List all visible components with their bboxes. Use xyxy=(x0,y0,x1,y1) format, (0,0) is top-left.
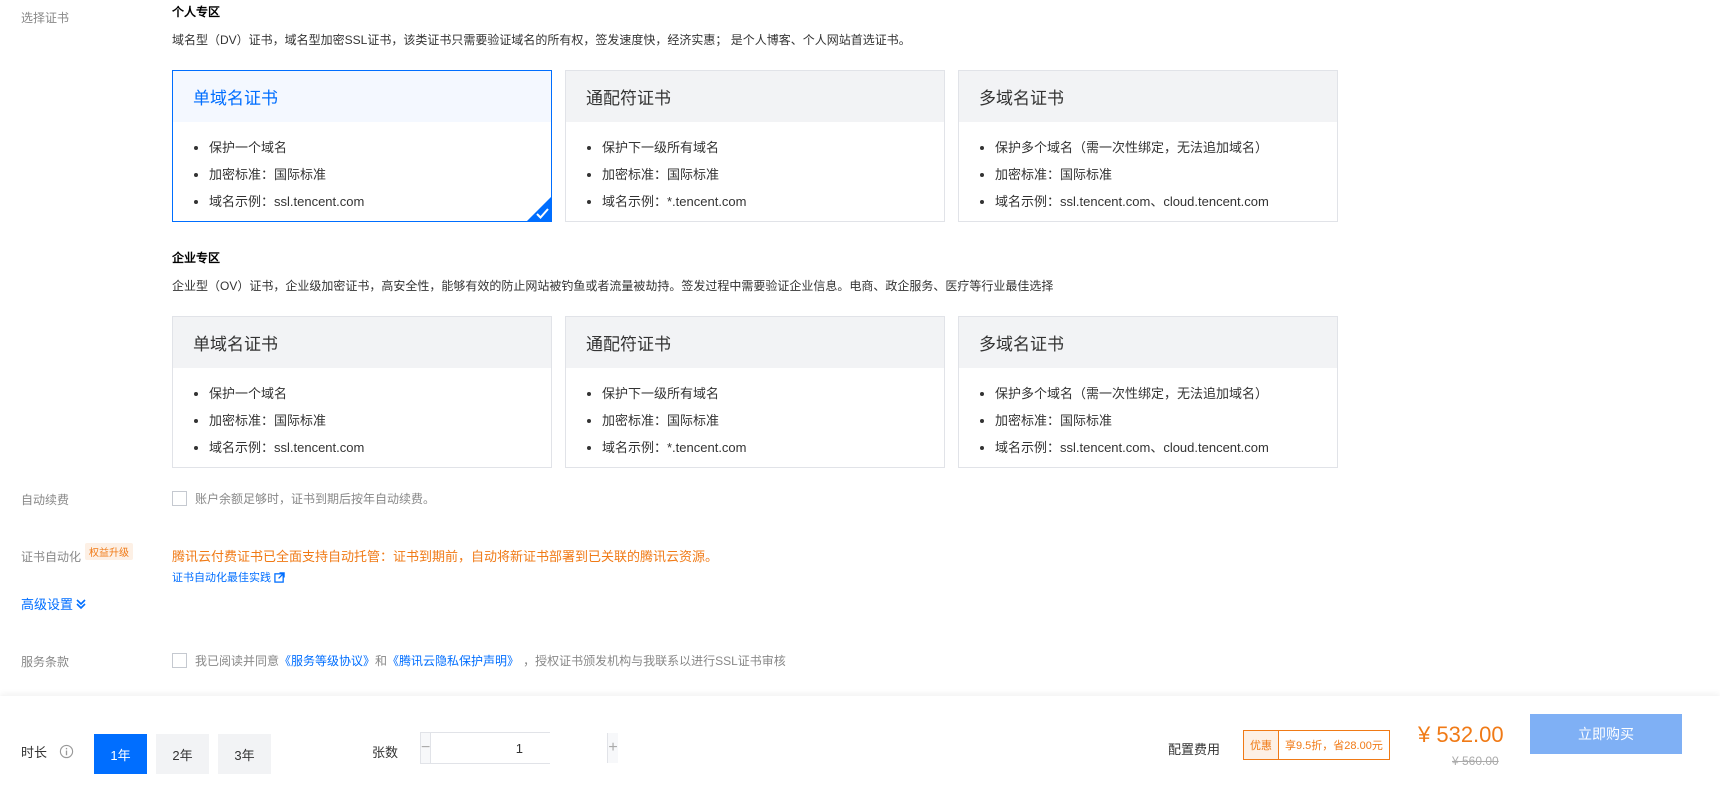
old-price-value: ¥ 560.00 xyxy=(1452,754,1499,768)
promo-text: 享9.5折，省28.00元 xyxy=(1285,740,1383,752)
card-feature-item: 域名示例：*.tencent.com xyxy=(602,188,944,215)
automation-link[interactable]: 证书自动化最佳实践 xyxy=(172,569,285,585)
personal-section-desc: 域名型（DV）证书，域名型加密SSL证书，该类证书只需要验证域名的所有权，签发速… xyxy=(172,33,911,47)
card-title: 通配符证书 xyxy=(566,71,944,122)
duration-2y-button[interactable]: 2年 xyxy=(156,734,209,774)
auto-renew-row: 账户余额足够时，证书到期后按年自动续费。 xyxy=(172,490,435,507)
card-feature-item: 保护下一级所有域名 xyxy=(602,380,944,407)
card-feature-item: 域名示例：ssl.tencent.com xyxy=(209,188,551,215)
automation-label-row: 证书自动化 权益升级 xyxy=(21,543,134,565)
automation-badge: 权益升级 xyxy=(85,543,134,560)
card-feature-item: 加密标准：国际标准 xyxy=(602,407,944,434)
auto-renew-text: 账户余额足够时，证书到期后按年自动续费。 xyxy=(195,492,436,506)
card-feature-list: 保护下一级所有域名加密标准：国际标准域名示例：*.tencent.com xyxy=(566,380,944,461)
promo-tag: 优惠 xyxy=(1244,731,1279,759)
sla-link[interactable]: 《服务等级协议》 xyxy=(279,652,375,669)
quantity-plus-button[interactable]: + xyxy=(608,733,618,763)
card-feature-list: 保护一个域名加密标准：国际标准域名示例：ssl.tencent.com xyxy=(173,380,551,461)
card-feature-item: 保护多个域名（需一次性绑定，无法追加域名） xyxy=(995,134,1337,161)
automation-link-text[interactable]: 证书自动化最佳实践 xyxy=(172,569,271,585)
personal-cert-card[interactable]: 多域名证书保护多个域名（需一次性绑定，无法追加域名）加密标准：国际标准域名示例：… xyxy=(958,70,1338,222)
terms-and: 和 xyxy=(375,654,388,668)
card-feature-item: 保护多个域名（需一次性绑定，无法追加域名） xyxy=(995,380,1337,407)
duration-label-row: 时长 xyxy=(21,742,74,761)
fee-label: 配置费用 xyxy=(1168,742,1221,757)
buy-now-button[interactable]: 立即购买 xyxy=(1530,714,1682,754)
enterprise-section-title: 企业专区 xyxy=(172,251,221,265)
card-feature-item: 加密标准：国际标准 xyxy=(602,161,944,188)
advanced-settings-label[interactable]: 高级设置 xyxy=(21,594,73,613)
duration-label: 时长 xyxy=(21,745,48,760)
duration-3y-button[interactable]: 3年 xyxy=(218,734,271,774)
auto-renew-label: 自动续费 xyxy=(21,493,70,507)
card-title: 通配符证书 xyxy=(566,317,944,368)
card-feature-item: 加密标准：国际标准 xyxy=(995,161,1337,188)
personal-card-grid: 单域名证书保护一个域名加密标准：国际标准域名示例：ssl.tencent.com… xyxy=(172,70,1338,222)
automation-text: 腾讯云付费证书已全面支持自动托管：证书到期前，自动将新证书部署到已关联的腾讯云资… xyxy=(172,549,719,564)
card-feature-item: 加密标准：国际标准 xyxy=(995,407,1337,434)
quantity-minus-button[interactable]: − xyxy=(421,733,431,763)
card-title: 单域名证书 xyxy=(173,317,551,368)
enterprise-card-grid: 单域名证书保护一个域名加密标准：国际标准域名示例：ssl.tencent.com… xyxy=(172,316,1338,468)
quantity-input[interactable] xyxy=(430,733,609,763)
card-feature-item: 保护一个域名 xyxy=(209,134,551,161)
card-feature-item: 域名示例：ssl.tencent.com、cloud.tencent.com xyxy=(995,188,1337,215)
selected-check-icon xyxy=(527,197,551,221)
card-feature-list: 保护多个域名（需一次性绑定，无法追加域名）加密标准：国际标准域名示例：ssl.t… xyxy=(959,380,1337,461)
duration-1y-button[interactable]: 1年 xyxy=(94,734,147,774)
terms-suffix: ，授权证书颁发机构与我联系以进行SSL证书审核 xyxy=(523,654,786,668)
quantity-stepper: − + xyxy=(420,732,618,764)
card-feature-item: 域名示例：ssl.tencent.com xyxy=(209,434,551,461)
card-feature-item: 加密标准：国际标准 xyxy=(209,161,551,188)
quantity-label: 张数 xyxy=(372,745,399,760)
card-feature-item: 保护一个域名 xyxy=(209,380,551,407)
terms-prefix: 我已阅读并同意 xyxy=(195,654,280,668)
double-chevron-down-icon xyxy=(76,598,86,609)
bottom-purchase-bar: 时长 1年 2年 3年 张数 − + 配置费用 优惠 享9.5折，省28.00元… xyxy=(0,696,1720,788)
external-link-icon xyxy=(274,571,285,583)
auto-renew-checkbox[interactable] xyxy=(172,491,187,506)
card-feature-item: 域名示例：*.tencent.com xyxy=(602,434,944,461)
personal-cert-card[interactable]: 单域名证书保护一个域名加密标准：国际标准域名示例：ssl.tencent.com xyxy=(172,70,552,222)
select-cert-label: 选择证书 xyxy=(21,11,70,25)
advanced-settings-toggle[interactable]: 高级设置 xyxy=(21,594,87,613)
card-feature-item: 保护下一级所有域名 xyxy=(602,134,944,161)
card-title: 多域名证书 xyxy=(959,317,1337,368)
terms-checkbox[interactable] xyxy=(172,653,187,668)
card-feature-list: 保护下一级所有域名加密标准：国际标准域名示例：*.tencent.com xyxy=(566,134,944,215)
card-title: 单域名证书 xyxy=(173,71,551,122)
card-feature-list: 保护一个域名加密标准：国际标准域名示例：ssl.tencent.com xyxy=(173,134,551,215)
enterprise-cert-card[interactable]: 多域名证书保护多个域名（需一次性绑定，无法追加域名）加密标准：国际标准域名示例：… xyxy=(958,316,1338,468)
card-feature-item: 加密标准：国际标准 xyxy=(209,407,551,434)
enterprise-section-desc: 企业型（OV）证书，企业级加密证书，高安全性，能够有效的防止网站被钓鱼或者流量被… xyxy=(172,279,1054,293)
privacy-link[interactable]: 《腾讯云隐私保护声明》 xyxy=(387,652,519,669)
price-value: ¥ 532.00 xyxy=(1418,722,1504,747)
terms-label: 服务条款 xyxy=(21,655,70,669)
promo-box: 优惠 享9.5折，省28.00元 xyxy=(1243,730,1390,760)
enterprise-cert-card[interactable]: 单域名证书保护一个域名加密标准：国际标准域名示例：ssl.tencent.com xyxy=(172,316,552,468)
personal-section-title: 个人专区 xyxy=(172,5,221,19)
automation-label: 证书自动化 xyxy=(21,550,82,564)
card-feature-list: 保护多个域名（需一次性绑定，无法追加域名）加密标准：国际标准域名示例：ssl.t… xyxy=(959,134,1337,215)
enterprise-cert-card[interactable]: 通配符证书保护下一级所有域名加密标准：国际标准域名示例：*.tencent.co… xyxy=(565,316,945,468)
info-icon[interactable] xyxy=(59,744,74,759)
personal-cert-card[interactable]: 通配符证书保护下一级所有域名加密标准：国际标准域名示例：*.tencent.co… xyxy=(565,70,945,222)
card-feature-item: 域名示例：ssl.tencent.com、cloud.tencent.com xyxy=(995,434,1337,461)
terms-row: 我已阅读并同意 《服务等级协议》 和 《腾讯云隐私保护声明》 ，授权证书颁发机构… xyxy=(172,652,786,669)
card-title: 多域名证书 xyxy=(959,71,1337,122)
